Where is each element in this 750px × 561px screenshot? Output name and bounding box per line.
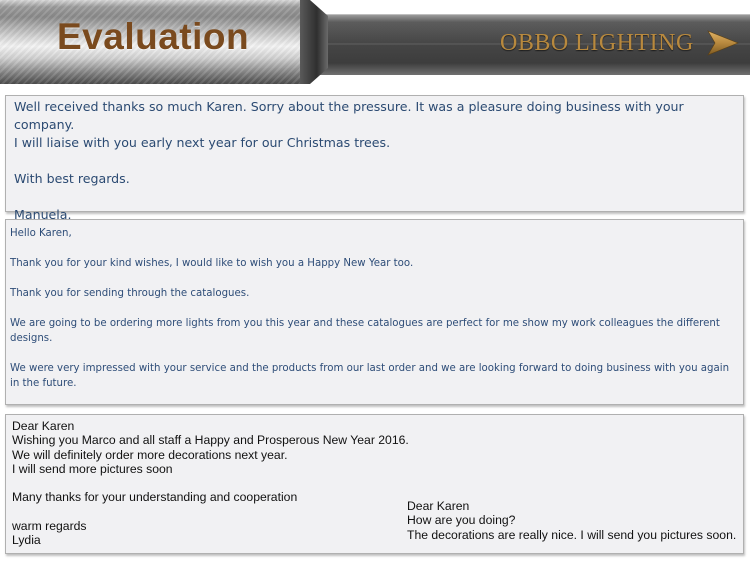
message-line: Wishing you Marco and all staff a Happy … xyxy=(12,433,409,448)
message-card-lydia: Dear Karen Wishing you Marco and all sta… xyxy=(5,414,744,554)
message-line: I will liaise with you early next year f… xyxy=(14,135,391,150)
banner-plate-edge xyxy=(300,0,328,84)
message-line: How are you doing? xyxy=(407,513,516,528)
message-paragraph: Thank you for sending through the catalo… xyxy=(10,288,250,299)
message-paragraph: We were very impressed with your service… xyxy=(10,363,730,389)
message-line: With best regards. xyxy=(14,171,130,186)
message-paragraph: Thank you for your kind wishes, I would … xyxy=(10,258,414,269)
message-lydia-text: Dear Karen Wishing you Marco and all sta… xyxy=(12,419,409,548)
message-card-manuela: Well received thanks so much Karen. Sorr… xyxy=(5,95,744,222)
message-line: I will send more pictures soon xyxy=(12,461,173,476)
message-line: warm regards xyxy=(12,519,87,534)
message-line: We will definitely order more decoration… xyxy=(12,447,288,462)
message-greeting: Hello Karen, xyxy=(10,228,72,239)
message-paragraph: We are going to be ordering more lights … xyxy=(10,318,720,344)
header-banner: Evaluation OBBO LIGHTING xyxy=(0,0,750,84)
message-signature: Lydia xyxy=(12,533,41,548)
message-line: Dear Karen xyxy=(407,499,470,513)
message-line: Many thanks for your understanding and c… xyxy=(12,490,298,505)
message-card-hello-karen: Hello Karen, Thank you for your kind wis… xyxy=(5,219,744,405)
message-line: Dear Karen xyxy=(12,419,75,433)
arrow-right-icon xyxy=(707,30,739,56)
brand-logo-text: OBBO LIGHTING xyxy=(500,30,694,56)
page-title: Evaluation xyxy=(57,16,250,57)
message-line: Well received thanks so much Karen. Sorr… xyxy=(14,99,684,132)
message-line: The decorations are really nice. I will … xyxy=(407,527,737,542)
message-overlay-text: Dear Karen How are you doing? The decora… xyxy=(407,499,736,542)
